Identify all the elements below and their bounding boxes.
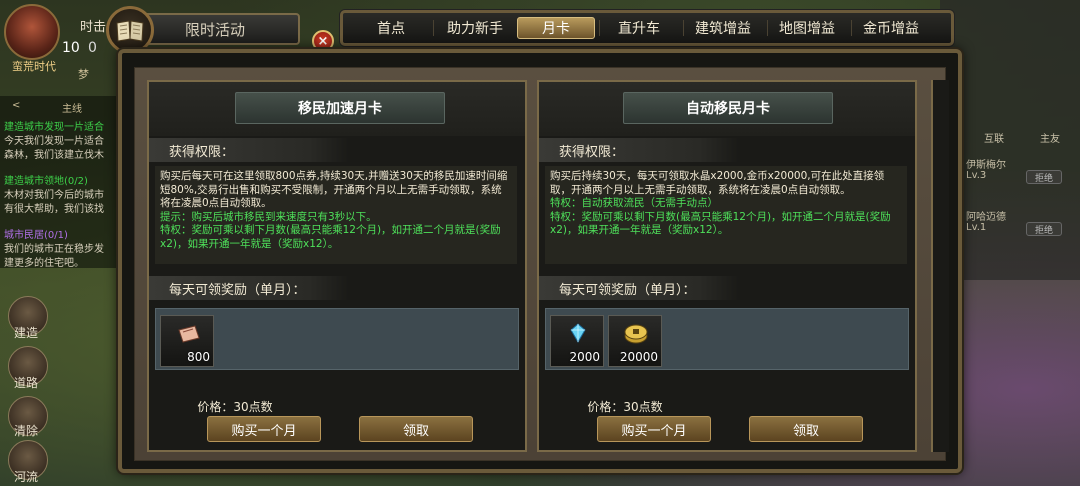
friend-name: 伊斯梅尔 <box>966 160 1006 171</box>
reward-item-coupon[interactable]: 800 <box>160 315 214 367</box>
build-label: 建造 <box>14 326 39 340</box>
friend-reject-button[interactable]: 拒绝 <box>1026 222 1062 236</box>
reward-item-gold[interactable]: 20000 <box>608 315 662 367</box>
quest-line[interactable]: 建造城市领地(0/2) <box>4 172 124 187</box>
player-avatar[interactable] <box>4 4 60 60</box>
hud-time-label: 时击 <box>80 20 107 35</box>
quest-header-title: 主线 <box>62 104 82 115</box>
daily-reward-label: 每天可领奖励（单月）： <box>539 276 739 300</box>
friends-tab[interactable]: 互联 <box>984 130 1004 145</box>
card-title: 移民加速月卡 <box>235 92 445 124</box>
monthly-card-migration-speed: 移民加速月卡 获得权限： 购买后每天可在这里领取800点券,持续30天,并赠送3… <box>147 80 527 452</box>
card-title: 自动移民月卡 <box>623 92 833 124</box>
price-label: 价格：30点数 <box>587 400 663 414</box>
friend-name: 阿哈迈德 <box>966 212 1006 223</box>
claim-button[interactable]: 领取 <box>749 416 863 442</box>
quest-line: 我们的城市正在稳步发 <box>4 244 104 255</box>
desc-bonus-text: 提示：购买后城市移民到来速度只有3秒以下。 特权：奖励可乘以剩下月数(最高只能乘… <box>160 210 501 250</box>
desc-main-text: 购买后持续30天，每天可领取水晶x2000,金币x20000,可在此处直接领取，… <box>550 170 885 196</box>
tab-map-boost[interactable]: 地图增益 <box>767 17 847 39</box>
price-label: 价格：30点数 <box>197 400 273 414</box>
quest-line: 森林，我们该建立伐木 <box>4 150 104 161</box>
quest-line[interactable]: 建造城市发现一片适合 <box>4 118 124 133</box>
tab-newbie-help[interactable]: 助力新手 <box>435 17 515 39</box>
tab-home[interactable]: 首点 <box>351 17 431 39</box>
monthly-card-auto-migration: 自动移民月卡 获得权限： 购买后持续30天，每天可领取水晶x2000,金币x20… <box>537 80 917 452</box>
quest-line: 木材对我们今后的城市 <box>4 190 104 201</box>
quest-line: 建更多的住宅吧。 <box>4 258 84 269</box>
friend-level: Lv.1 <box>966 222 987 233</box>
reward-quantity: 800 <box>187 350 210 364</box>
daily-reward-label: 每天可领奖励（单月）： <box>149 276 349 300</box>
hud-mini-label: 梦 <box>78 68 89 81</box>
book-icon <box>106 6 154 54</box>
tab-level-up[interactable]: 直升车 <box>599 17 679 39</box>
card-description: 购买后每天可在这里领取800点券,持续30天,并赠送30天的移民加速时间缩短80… <box>155 166 517 264</box>
reward-strip: 2000 20000 <box>545 308 909 370</box>
reward-item-crystal[interactable]: 2000 <box>550 315 604 367</box>
reward-quantity: 2000 <box>569 350 600 364</box>
player-name: 蛮荒时代 <box>12 60 56 73</box>
clear-label: 清除 <box>14 424 39 438</box>
hud-stat-value: 0 <box>88 40 97 56</box>
card-container[interactable]: 移民加速月卡 获得权限： 购买后每天可在这里领取800点券,持续30天,并赠送3… <box>134 67 949 461</box>
next-card-peek[interactable] <box>931 80 949 452</box>
permission-label: 获得权限： <box>149 138 349 162</box>
desc-bonus-text: 特权：自动获取流民（无需手动点） 特权：奖励可乘以剩下月数(最高只能乘12个月)… <box>550 197 891 236</box>
permission-label: 获得权限： <box>539 138 739 162</box>
buy-month-button[interactable]: 购买一个月 <box>207 416 321 442</box>
friends-tab[interactable]: 主友 <box>1040 130 1060 145</box>
reward-strip: 800 <box>155 308 519 370</box>
tab-gold-boost[interactable]: 金币增益 <box>851 17 931 39</box>
tab-monthly-card[interactable]: 月卡 <box>517 17 595 39</box>
quest-line: 今天我们发现一片适合 <box>4 136 104 147</box>
quest-header: < 主线 <box>0 100 124 115</box>
quest-collapse-arrow[interactable]: < <box>12 100 20 111</box>
player-level: 10 <box>62 40 80 56</box>
river-label: 河流 <box>14 470 39 484</box>
friend-reject-button[interactable]: 拒绝 <box>1026 170 1062 184</box>
desc-main-text: 购买后每天可在这里领取800点券,持续30天,并赠送30天的移民加速时间缩短80… <box>160 170 508 209</box>
road-label: 道路 <box>14 376 39 390</box>
tab-bar: 首点 助力新手 月卡 直升车 建筑增益 地图增益 金币增益 <box>340 10 954 46</box>
card-description: 购买后持续30天，每天可领取水晶x2000,金币x20000,可在此处直接领取，… <box>545 166 907 264</box>
reward-quantity: 20000 <box>619 350 658 364</box>
window-title-text: 限时活动 <box>184 20 245 39</box>
friend-level: Lv.3 <box>966 170 987 181</box>
limited-event-window: 移民加速月卡 获得权限： 购买后每天可在这里领取800点券,持续30天,并赠送3… <box>118 49 962 473</box>
window-title: 限时活动 <box>130 13 300 45</box>
tab-divider <box>433 20 434 36</box>
quest-line[interactable]: 城市民居(0/1) <box>4 226 124 241</box>
claim-button[interactable]: 领取 <box>359 416 473 442</box>
quest-line: 有很大帮助，我们该找 <box>4 204 104 215</box>
buy-month-button[interactable]: 购买一个月 <box>597 416 711 442</box>
tab-building-boost[interactable]: 建筑增益 <box>683 17 763 39</box>
